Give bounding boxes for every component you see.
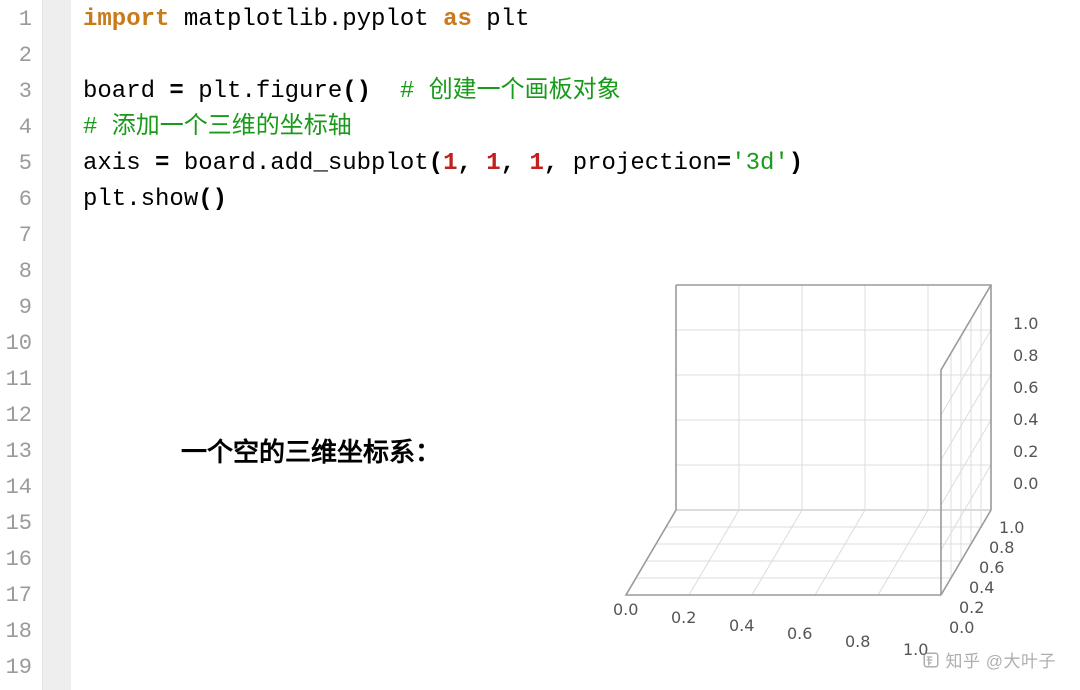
paren-open: (: [198, 186, 212, 213]
line-number: 18: [0, 614, 32, 650]
z-tick-label: 0.8: [1013, 346, 1038, 365]
comma: ,: [457, 150, 486, 177]
code-line-5: axis = board.add_subplot(1, 1, 1, projec…: [83, 146, 1080, 182]
paren-close: ): [213, 186, 227, 213]
x-tick-label: 0.2: [671, 608, 696, 627]
module-name: matplotlib.pyplot: [169, 6, 443, 33]
line-number: 9: [0, 290, 32, 326]
number-literal: 1: [486, 150, 500, 177]
line-number: 3: [0, 74, 32, 110]
comment: # 添加一个三维的坐标轴: [83, 114, 352, 141]
y-tick-label: 0.0: [949, 618, 974, 637]
call-name: plt.figure: [184, 78, 342, 105]
paren-close: ): [357, 78, 371, 105]
call-name: plt.show: [83, 186, 198, 213]
zhihu-icon: [922, 651, 940, 674]
paren-close: ): [789, 150, 803, 177]
line-number: 19: [0, 650, 32, 686]
paren-open: (: [429, 150, 443, 177]
y-tick-label: 1.0: [999, 518, 1024, 537]
line-number: 12: [0, 398, 32, 434]
z-tick-label: 0.0: [1013, 474, 1038, 493]
y-tick-label: 0.8: [989, 538, 1014, 557]
keyword-as: as: [443, 6, 472, 33]
matplotlib-3d-axes: 1.0 0.8 0.6 0.4 0.2 0.0 1.0 0.8 0.6 0.4 …: [561, 260, 1080, 680]
line-number: 11: [0, 362, 32, 398]
x-tick-label: 0.6: [787, 624, 812, 643]
identifier: axis: [83, 150, 155, 177]
kwarg-name: projection: [573, 150, 717, 177]
code-line-1: import matplotlib.pyplot as plt: [83, 2, 1080, 38]
comment: # 创建一个画板对象: [371, 78, 621, 105]
z-tick-label: 0.4: [1013, 410, 1038, 429]
z-tick-label: 1.0: [1013, 314, 1038, 333]
line-number: 10: [0, 326, 32, 362]
line-number: 7: [0, 218, 32, 254]
watermark-text: 知乎 @大叶子: [946, 652, 1056, 671]
line-number: 15: [0, 506, 32, 542]
line-number: 14: [0, 470, 32, 506]
code-area: import matplotlib.pyplot as plt board = …: [71, 0, 1080, 690]
figure-caption: 一个空的三维坐标系：: [181, 432, 441, 469]
code-line-6: plt.show(): [83, 182, 1080, 218]
y-tick-label: 0.6: [979, 558, 1004, 577]
line-number: 5: [0, 146, 32, 182]
comma: ,: [544, 150, 573, 177]
alias-name: plt: [472, 6, 530, 33]
line-number: 17: [0, 578, 32, 614]
identifier: board: [83, 78, 169, 105]
operator-assign: =: [717, 150, 731, 177]
y-tick-label: 0.2: [959, 598, 984, 617]
number-literal: 1: [530, 150, 544, 177]
z-tick-label: 0.2: [1013, 442, 1038, 461]
y-tick-label: 0.4: [969, 578, 994, 597]
x-tick-label: 0.8: [845, 632, 870, 651]
line-number: 4: [0, 110, 32, 146]
number-literal: 1: [443, 150, 457, 177]
line-number: 1: [0, 2, 32, 38]
code-line-4: # 添加一个三维的坐标轴: [83, 110, 1080, 146]
line-number: 13: [0, 434, 32, 470]
line-number-gutter: 12345678910111213141516171819: [0, 0, 42, 690]
string-literal: '3d': [731, 150, 789, 177]
watermark: 知乎 @大叶子: [922, 647, 1056, 674]
keyword-import: import: [83, 6, 169, 33]
gutter-separator: [42, 0, 71, 690]
code-line-3: board = plt.figure() # 创建一个画板对象: [83, 74, 1080, 110]
code-editor: 12345678910111213141516171819 import mat…: [0, 0, 1080, 690]
x-tick-label: 0.0: [613, 600, 638, 619]
axes-svg: [561, 260, 1080, 680]
line-number: 8: [0, 254, 32, 290]
operator-assign: =: [155, 150, 169, 177]
line-number: 16: [0, 542, 32, 578]
line-number: 6: [0, 182, 32, 218]
z-tick-label: 0.6: [1013, 378, 1038, 397]
paren-open: (: [342, 78, 356, 105]
operator-assign: =: [169, 78, 183, 105]
x-tick-label: 0.4: [729, 616, 754, 635]
line-number: 2: [0, 38, 32, 74]
code-line-2: [83, 38, 1080, 74]
call-name: board.add_subplot: [169, 150, 428, 177]
comma: ,: [501, 150, 530, 177]
